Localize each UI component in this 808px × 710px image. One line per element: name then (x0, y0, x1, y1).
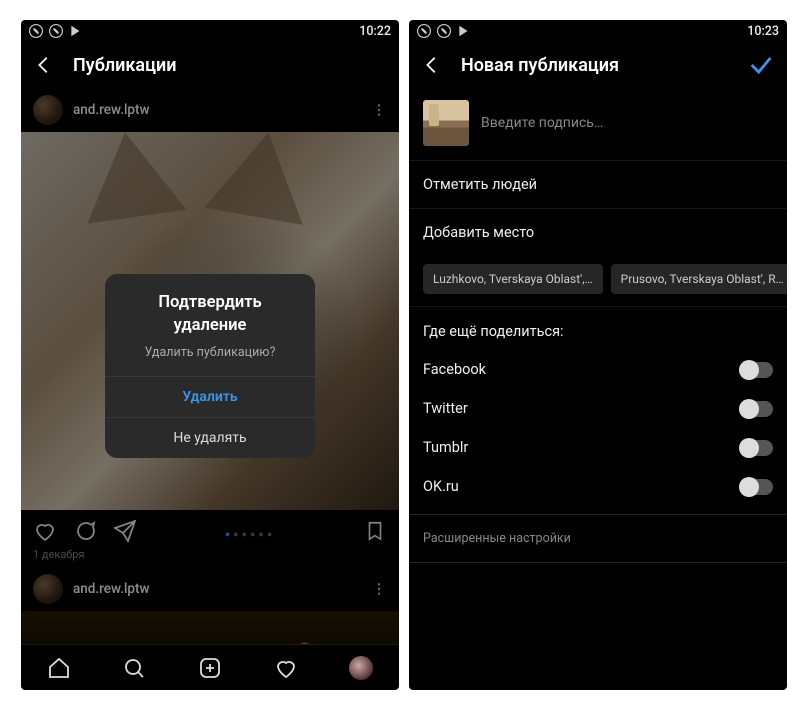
app-header: Новая публикация (409, 42, 787, 88)
post-thumbnail[interactable] (423, 100, 469, 146)
statusbar-time: 10:23 (747, 24, 779, 39)
share-label: Tumblr (423, 439, 468, 456)
statusbar-icons (29, 24, 83, 38)
dialog-title-line2: удаление (174, 316, 247, 335)
home-icon[interactable] (47, 656, 71, 680)
confirm-delete-dialog: Подтвердить удаление Удалить публикацию?… (105, 274, 315, 458)
share-facebook-row: Facebook (409, 350, 787, 389)
profile-tab-avatar[interactable] (349, 656, 373, 680)
caption-row: Введите подпись… (409, 88, 787, 160)
share-twitter-toggle[interactable] (739, 401, 773, 417)
statusbar-icons (417, 24, 471, 38)
share-facebook-toggle[interactable] (739, 362, 773, 378)
viber-icon (417, 24, 431, 38)
cancel-button[interactable]: Не удалять (105, 417, 315, 458)
play-store-icon (69, 24, 83, 38)
search-icon[interactable] (122, 656, 146, 680)
confirm-check-icon[interactable] (747, 51, 775, 79)
back-arrow-icon[interactable] (421, 54, 443, 76)
dialog-subtitle: Удалить публикацию? (105, 339, 315, 376)
play-store-icon (457, 24, 471, 38)
right-screen: 10:23 Новая публикация Введите подпись… … (409, 20, 787, 690)
divider (409, 562, 787, 563)
statusbar: 10:23 (409, 20, 787, 42)
share-twitter-row: Twitter (409, 389, 787, 428)
left-screen: 10:22 Публикации and.rew.lptw (21, 20, 399, 690)
dialog-title-line1: Подтвердить (158, 293, 261, 312)
share-okru-row: OK.ru (409, 467, 787, 506)
new-post-form: Введите подпись… Отметить людей Добавить… (409, 88, 787, 690)
location-chip[interactable]: Luzhkovo, Tverskaya Oblast',… (423, 264, 603, 294)
activity-icon[interactable] (274, 656, 298, 680)
location-chip[interactable]: Prusovo, Tverskaya Oblast', R… (611, 264, 787, 294)
share-label: OK.ru (423, 478, 459, 495)
feed: and.rew.lptw ●●●●●● 1 декаб (21, 88, 399, 644)
modal-backdrop[interactable]: Подтвердить удаление Удалить публикацию?… (21, 88, 399, 644)
share-tumblr-toggle[interactable] (739, 440, 773, 456)
share-section-label: Где ещё поделиться: (409, 307, 787, 350)
add-location-row[interactable]: Добавить место (409, 209, 787, 256)
page-title: Публикации (73, 55, 176, 76)
back-arrow-icon[interactable] (33, 54, 55, 76)
share-label: Twitter (423, 400, 468, 417)
new-post-icon[interactable] (198, 656, 222, 680)
page-title: Новая публикация (461, 55, 619, 76)
viber-icon (29, 24, 43, 38)
share-okru-toggle[interactable] (739, 479, 773, 495)
viber-icon-2 (437, 24, 451, 38)
bottom-tabbar (21, 644, 399, 690)
share-label: Facebook (423, 361, 486, 378)
advanced-settings-row[interactable]: Расширенные настройки (409, 515, 787, 562)
dialog-title: Подтвердить удаление (105, 274, 315, 339)
tag-people-row[interactable]: Отметить людей (409, 161, 787, 208)
statusbar-time: 10:22 (359, 24, 391, 39)
caption-input[interactable]: Введите подпись… (481, 115, 603, 131)
statusbar: 10:22 (21, 20, 399, 42)
share-tumblr-row: Tumblr (409, 428, 787, 467)
location-suggestions: Luzhkovo, Tverskaya Oblast',… Prusovo, T… (409, 256, 787, 306)
app-header: Публикации (21, 42, 399, 88)
viber-icon-2 (49, 24, 63, 38)
delete-button[interactable]: Удалить (105, 376, 315, 417)
